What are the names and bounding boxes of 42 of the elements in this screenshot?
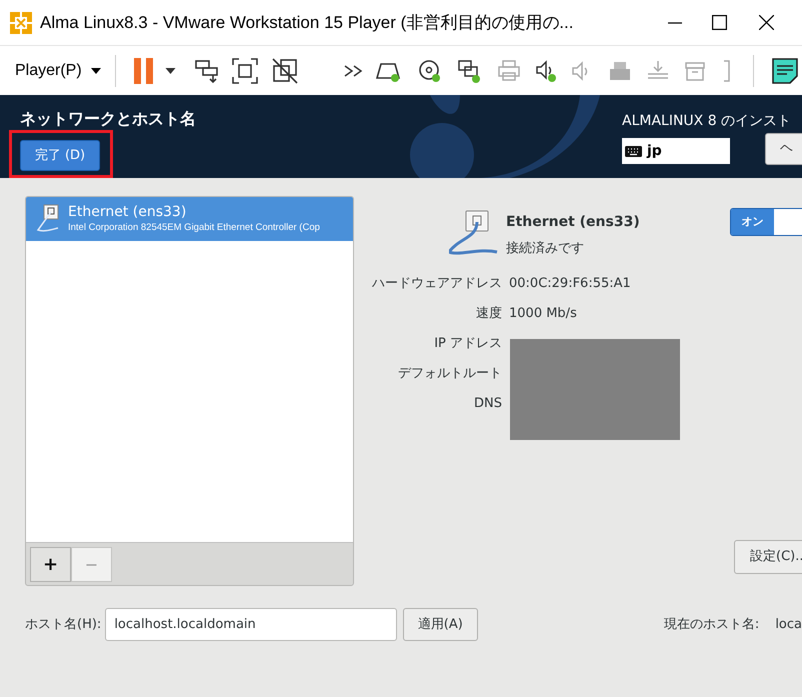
keyboard-layout-field[interactable]: jp xyxy=(622,138,730,164)
page-title: ネットワークとホスト名 xyxy=(20,108,196,130)
help-button[interactable]: ヘ xyxy=(765,133,802,165)
ethernet-cable-icon xyxy=(449,210,499,257)
configure-button[interactable]: 設定(C).. xyxy=(734,540,802,574)
done-button[interactable]: 完了 (D) xyxy=(20,140,100,171)
network-adapter-icon[interactable] xyxy=(456,58,481,82)
fullscreen-icon[interactable] xyxy=(232,58,258,84)
cd-icon[interactable] xyxy=(418,58,442,82)
send-keys-icon[interactable] xyxy=(194,58,220,84)
connection-status: 接続済みです xyxy=(506,240,585,258)
field-value: 1000 Mb/s xyxy=(509,304,578,322)
device-description: Intel Corporation 82545EM Gigabit Ethernet Controller (Cop xyxy=(68,221,320,235)
field-label: 速度 xyxy=(476,304,502,322)
field-label: DNS xyxy=(474,394,502,412)
field-label: デフォルトルート xyxy=(398,364,502,382)
caret-icon[interactable] xyxy=(164,68,176,74)
hostname-field[interactable]: localhost.localdomain xyxy=(105,608,397,641)
current-hostname-label: 現在のホスト名: xyxy=(664,616,760,634)
hostname-label: ホスト名(H): xyxy=(25,616,102,634)
field-label: ハードウェアアドレス xyxy=(372,274,502,292)
close-icon[interactable] xyxy=(759,15,774,30)
apply-button[interactable]: 適用(A) xyxy=(402,608,478,641)
field-label: IP アドレス xyxy=(434,334,502,352)
window-title: Alma Linux8.3 - VMware Workstation 15 Player (非営利目的の使用の... xyxy=(40,12,574,34)
speaker-icon[interactable] xyxy=(534,58,557,82)
pause-icon[interactable] xyxy=(134,58,154,84)
unity-off-icon[interactable] xyxy=(272,58,298,84)
maximize-icon[interactable] xyxy=(712,15,727,30)
player-menu[interactable]: Player(P) xyxy=(15,58,101,82)
ethernet-cable-icon xyxy=(36,204,60,234)
product-title: ALMALINUX 8 のインスト xyxy=(622,112,792,131)
app-logo-icon xyxy=(10,12,32,34)
notes-icon[interactable] xyxy=(772,58,798,84)
caret-icon xyxy=(90,68,101,74)
add-button[interactable]: + xyxy=(30,547,71,582)
device-name: Ethernet (ens33) xyxy=(506,213,640,232)
keyboard-icon xyxy=(625,146,642,156)
toggle-switch[interactable]: オン xyxy=(730,208,802,236)
current-hostname: loca xyxy=(775,616,802,634)
device-name: Ethernet (ens33) xyxy=(68,203,188,221)
field-value: 00:0C:29:F6:55:A1 xyxy=(509,274,632,292)
